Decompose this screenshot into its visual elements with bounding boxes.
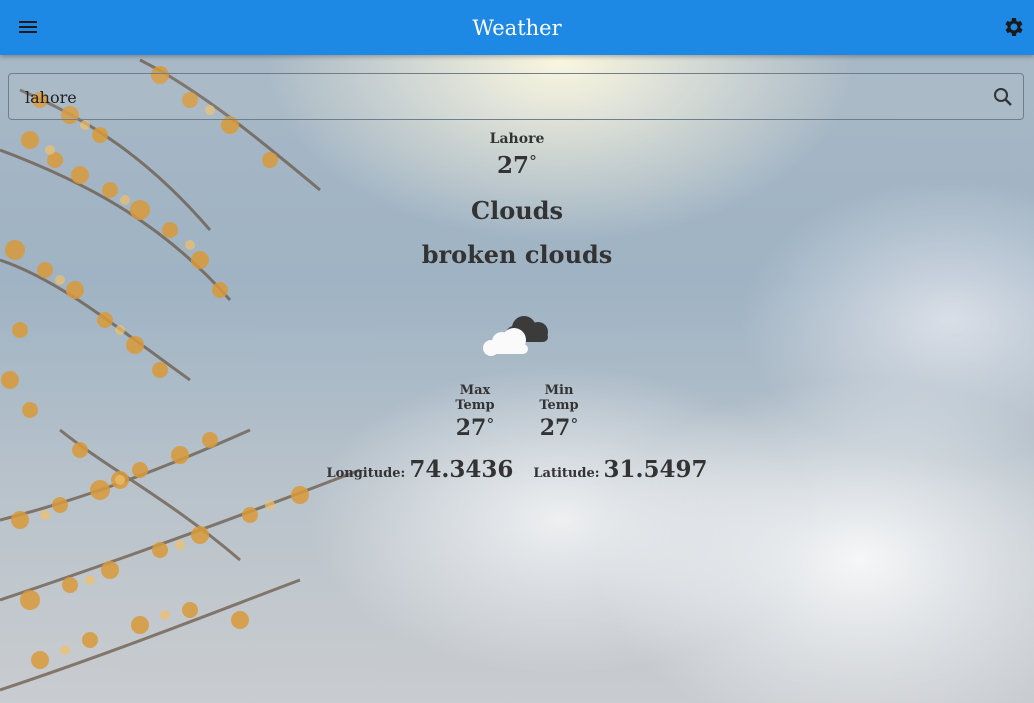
longitude: Longitude: 74.3436 <box>326 456 513 483</box>
min-temp-value: 27° <box>527 415 591 441</box>
menu-icon[interactable] <box>16 15 40 39</box>
search-icon[interactable] <box>991 85 1015 109</box>
min-temp-number: 27 <box>539 415 571 441</box>
max-temp-block: Max Temp 27° <box>443 383 507 441</box>
latitude: Latitude: 31.5497 <box>533 456 707 483</box>
degree-symbol: ° <box>529 152 537 171</box>
city-name: Lahore <box>489 131 545 147</box>
temperature-value: 27 <box>496 152 529 179</box>
max-temp-number: 27 <box>455 415 487 441</box>
max-temp-degree: ° <box>486 415 495 434</box>
longitude-value: 74.3436 <box>409 456 514 483</box>
search-box <box>8 73 1024 121</box>
app-title: Weather <box>472 15 562 40</box>
max-temp-value: 27° <box>443 415 507 441</box>
broken-clouds-icon <box>483 316 548 356</box>
min-temp-degree: ° <box>570 415 579 434</box>
min-max-temperature: Max Temp 27° Min Temp 27° <box>0 383 1034 441</box>
search-input[interactable] <box>23 74 987 121</box>
coordinates: Longitude: 74.3436 Latitude: 31.5497 <box>0 456 1034 483</box>
weather-main: Clouds <box>471 196 563 225</box>
latitude-label: Latitude: <box>533 466 600 481</box>
current-temperature: 27° <box>0 152 1034 179</box>
min-temp-block: Min Temp 27° <box>527 383 591 441</box>
app-bar: Weather <box>0 0 1034 55</box>
max-temp-label: Max Temp <box>455 383 495 413</box>
weather-description: broken clouds <box>421 240 613 269</box>
min-temp-label: Min Temp <box>539 383 579 413</box>
longitude-label: Longitude: <box>326 466 406 481</box>
latitude-value: 31.5497 <box>603 456 708 483</box>
settings-icon[interactable] <box>1002 15 1026 39</box>
